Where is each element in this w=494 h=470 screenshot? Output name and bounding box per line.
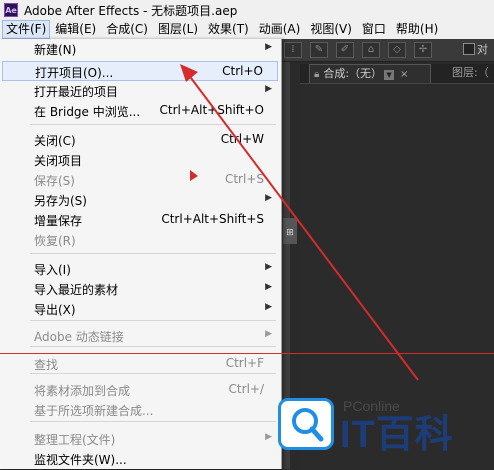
watermark-title: IT百科 <box>340 414 454 456</box>
watermark-brand: PConline <box>343 398 400 414</box>
pconline-logo-icon <box>278 398 334 450</box>
annotation-arrow <box>180 64 419 381</box>
